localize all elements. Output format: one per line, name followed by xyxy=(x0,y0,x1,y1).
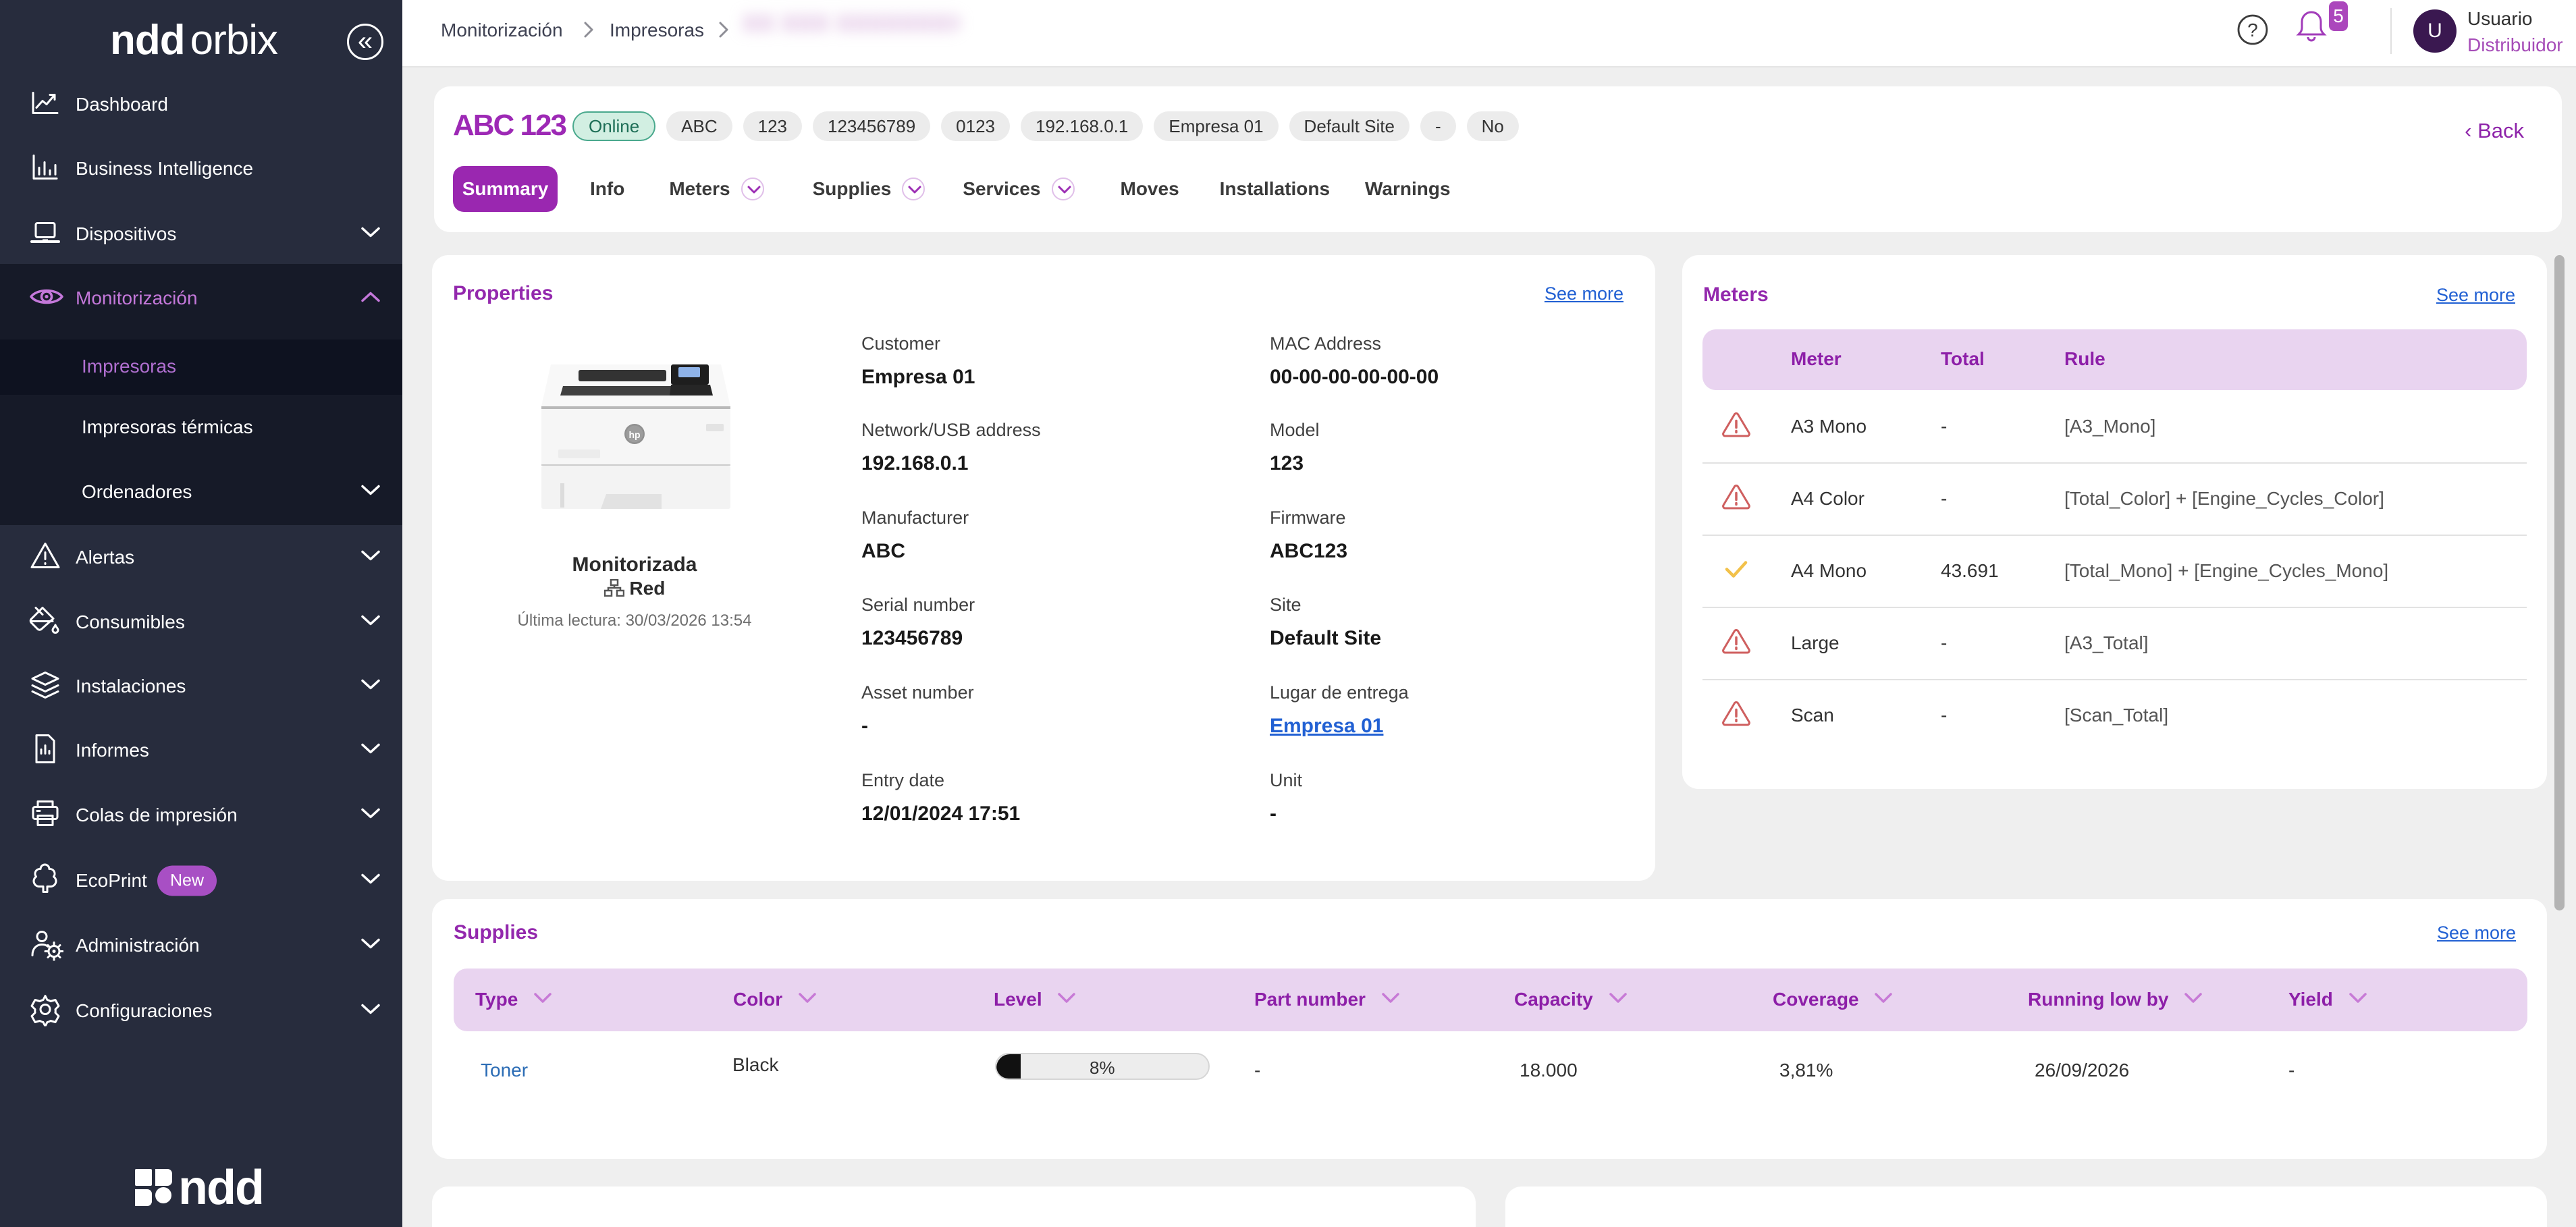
svg-text:hp: hp xyxy=(628,429,640,440)
svg-text:ndd: ndd xyxy=(178,1161,263,1208)
svg-text:?: ? xyxy=(2247,20,2258,40)
